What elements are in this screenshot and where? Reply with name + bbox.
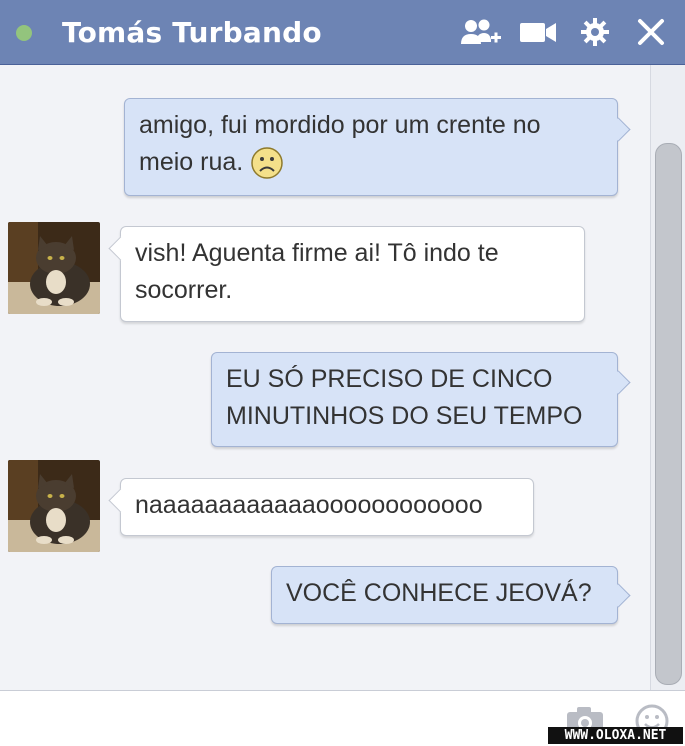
message-bubble-sent: EU SÓ PRECISO DE CINCO MINUTINHOS DO SEU… xyxy=(211,352,618,447)
message-bubble-received: naaaaaaaaaaaaoooooooooooo xyxy=(120,478,534,536)
watermark: WWW.OLOXA.NET xyxy=(548,727,683,744)
message-bubble-sent: VOCÊ CONHECE JEOVÁ? xyxy=(271,566,618,624)
message-text: meio rua. xyxy=(139,148,244,176)
message-bubble-sent: amigo, fui mordido por um crente no meio… xyxy=(124,98,618,196)
message-text: MINUTINHOS DO SEU TEMPO xyxy=(226,402,583,430)
message-list: amigo, fui mordido por um crente no meio… xyxy=(0,65,650,690)
message-text: VOCÊ CONHECE JEOVÁ? xyxy=(286,579,592,607)
online-status-dot xyxy=(16,25,32,41)
message-text-line: meio rua. xyxy=(139,144,603,181)
message-text: naaaaaaaaaaaaoooooooooooo xyxy=(135,491,483,519)
chat-header[interactable]: Tomás Turbando xyxy=(0,0,685,65)
add-friends-icon[interactable] xyxy=(460,16,502,48)
message-text: vish! Aguenta firme ai! Tô indo te xyxy=(135,239,499,267)
message-scrollbar[interactable] xyxy=(650,65,685,690)
message-bubble-received: vish! Aguenta firme ai! Tô indo te socor… xyxy=(120,226,585,322)
gear-icon[interactable] xyxy=(579,16,611,48)
friend-avatar[interactable] xyxy=(8,460,100,552)
frown-emoji-icon xyxy=(251,147,283,180)
message-text: amigo, fui mordido por um crente no xyxy=(139,111,541,139)
friend-avatar[interactable] xyxy=(8,222,100,314)
video-call-icon[interactable] xyxy=(519,16,557,48)
message-text: EU SÓ PRECISO DE CINCO xyxy=(226,365,553,393)
contact-name[interactable]: Tomás Turbando xyxy=(62,16,322,49)
scrollbar-thumb[interactable] xyxy=(655,143,682,685)
chat-window: Tomás Turbando amigo, fui mordido por um… xyxy=(0,0,685,746)
message-text: socorrer. xyxy=(135,276,233,304)
close-icon[interactable] xyxy=(636,16,666,48)
